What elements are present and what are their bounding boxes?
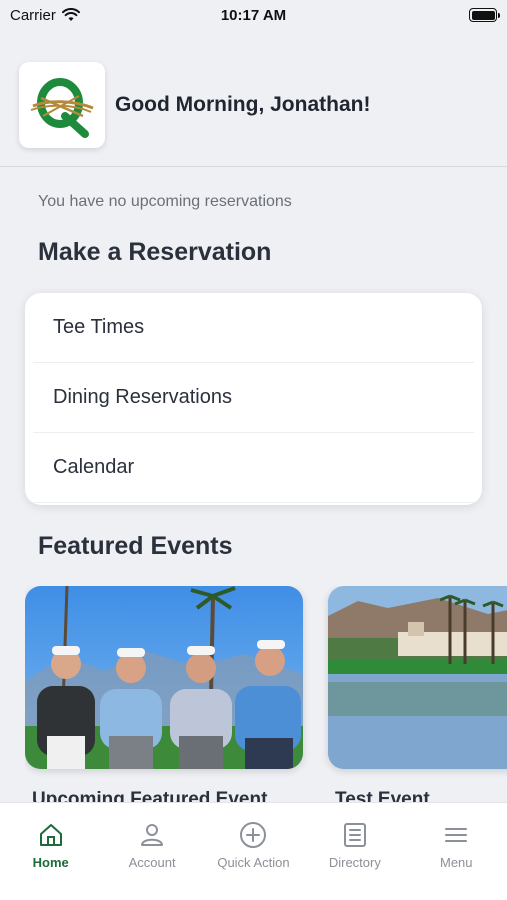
list-icon bbox=[343, 823, 366, 847]
plus-circle-icon bbox=[240, 822, 267, 848]
featured-events-title: Featured Events bbox=[38, 532, 233, 560]
event-card-upcoming[interactable]: Upcoming Featured Event bbox=[25, 586, 303, 811]
wifi-icon bbox=[61, 8, 80, 21]
club-logo bbox=[19, 62, 105, 148]
calendar-label: Calendar bbox=[53, 456, 135, 478]
event-image-resort bbox=[328, 586, 507, 769]
battery-icon bbox=[469, 8, 500, 22]
hamburger-icon bbox=[445, 828, 468, 842]
tab-menu-label: Menu bbox=[439, 855, 473, 870]
reservation-options-card: Tee Times Dining Reservations Calendar bbox=[25, 293, 482, 505]
greeting-text: Good Morning, Jonathan! bbox=[115, 93, 371, 116]
dining-reservations-option[interactable]: Dining Reservations bbox=[33, 363, 474, 433]
tab-bar: Home Account Quick Action Directory Menu bbox=[0, 802, 507, 900]
tee-times-option[interactable]: Tee Times bbox=[33, 293, 474, 363]
tab-quick-action[interactable]: Quick Action bbox=[203, 821, 304, 900]
dining-reservations-label: Dining Reservations bbox=[53, 386, 232, 408]
make-reservation-title: Make a Reservation bbox=[38, 238, 272, 266]
carrier-label: Carrier bbox=[10, 6, 56, 24]
event-image-golfers bbox=[25, 586, 303, 769]
featured-events-carousel[interactable]: Upcoming Featured Event Test Event bbox=[25, 586, 507, 826]
tab-account-label: Account bbox=[128, 855, 176, 870]
tee-times-label: Tee Times bbox=[53, 316, 145, 338]
header-divider bbox=[0, 166, 507, 167]
header: Good Morning, Jonathan! bbox=[19, 62, 370, 148]
no-reservations-message: You have no upcoming reservations bbox=[38, 193, 292, 210]
tab-account[interactable]: Account bbox=[102, 821, 203, 900]
tab-directory[interactable]: Directory bbox=[304, 821, 405, 900]
status-bar: Carrier 10:17 AM bbox=[0, 0, 507, 30]
event-card-test[interactable]: Test Event bbox=[328, 586, 507, 811]
person-icon bbox=[141, 824, 164, 846]
calendar-option[interactable]: Calendar bbox=[33, 433, 474, 503]
tab-directory-label: Directory bbox=[328, 855, 381, 870]
tab-home-label: Home bbox=[32, 855, 69, 870]
home-icon bbox=[39, 824, 62, 846]
tab-quick-action-label: Quick Action bbox=[217, 855, 290, 870]
club-logo-icon bbox=[30, 78, 94, 138]
tab-home[interactable]: Home bbox=[0, 821, 101, 900]
tab-menu[interactable]: Menu bbox=[406, 821, 507, 900]
